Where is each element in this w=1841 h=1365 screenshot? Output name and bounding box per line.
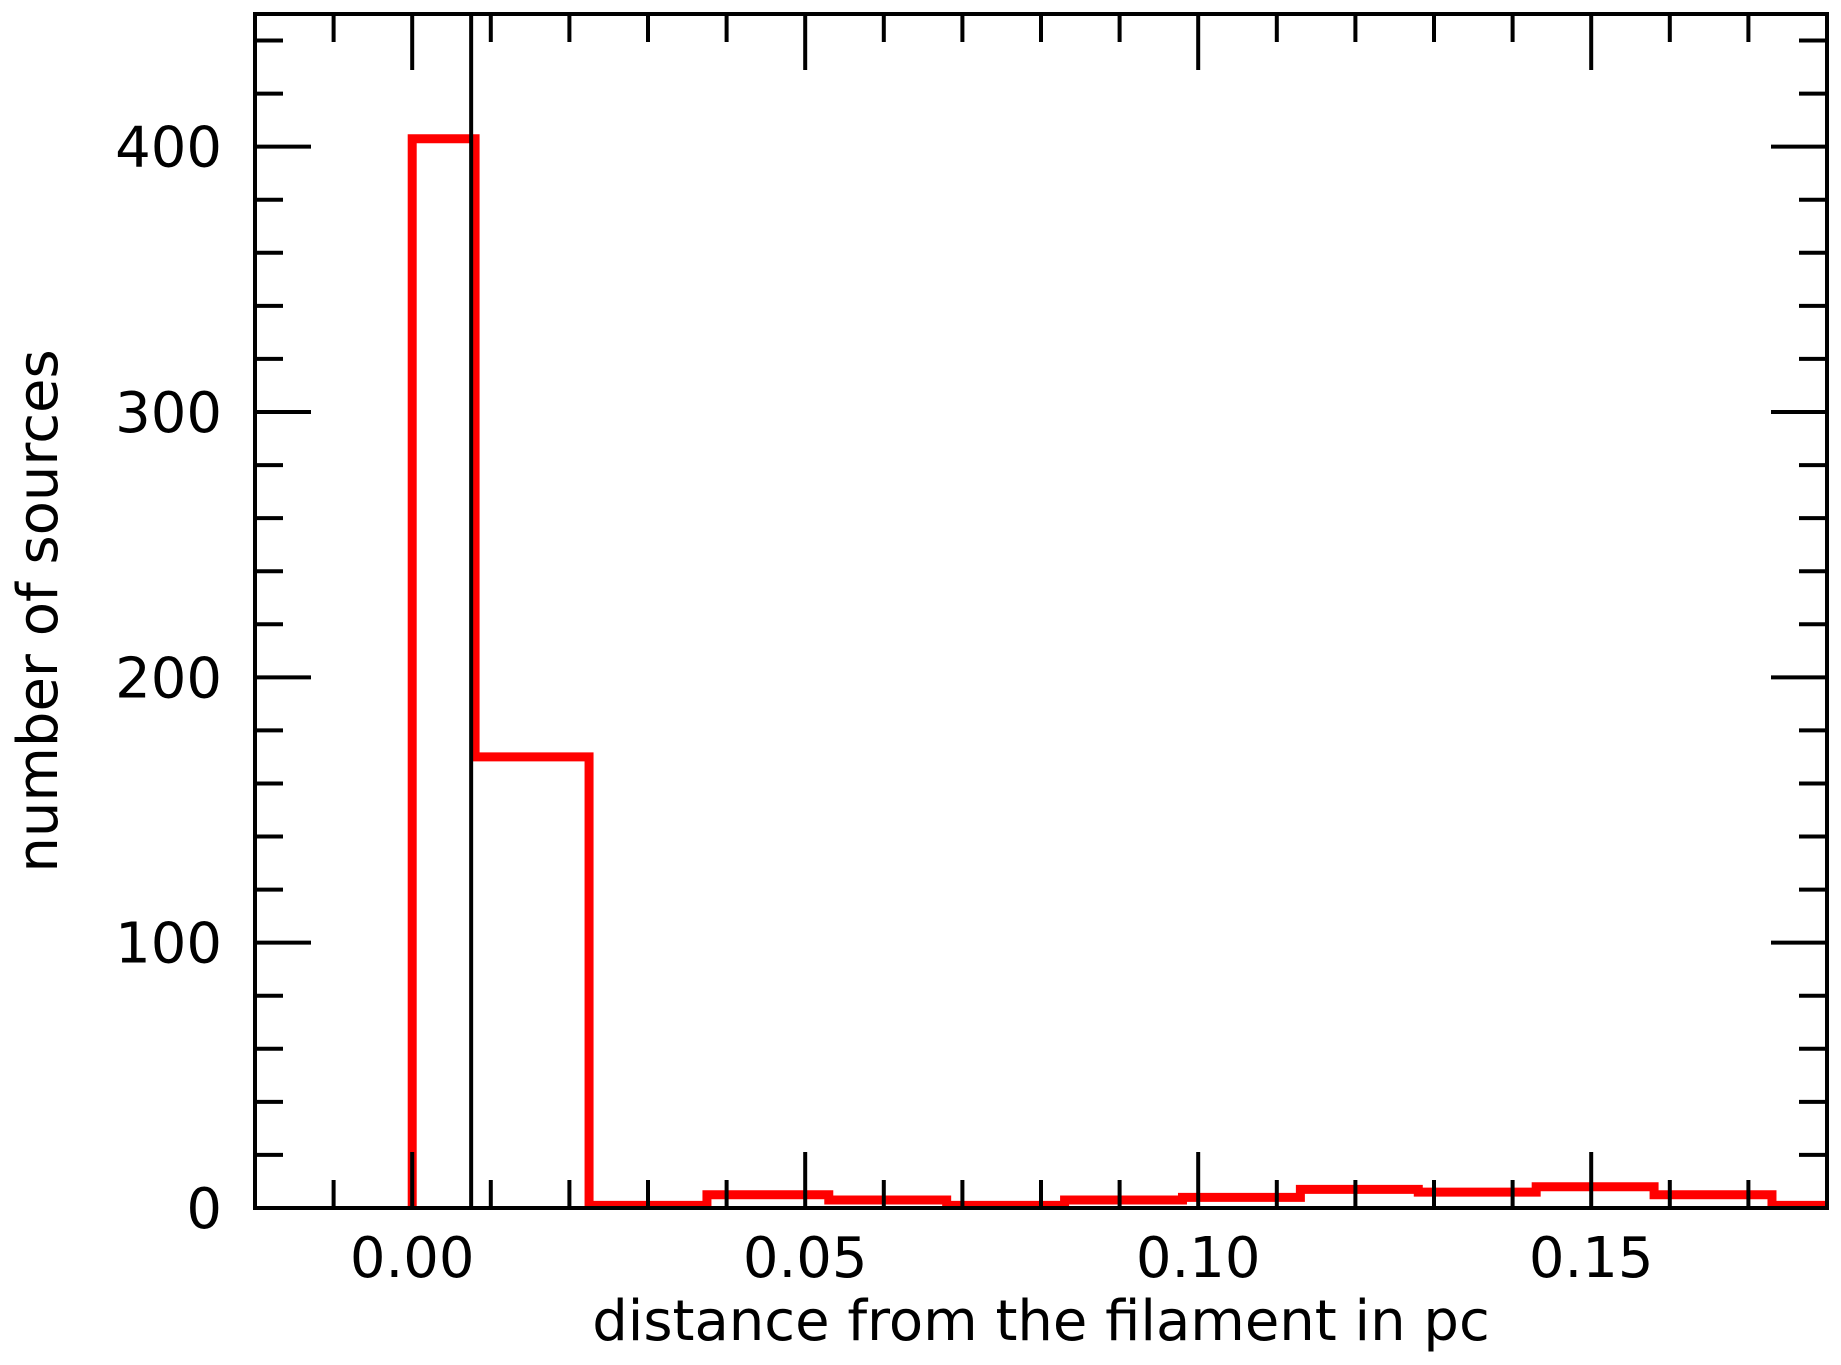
- histogram-bin: [1536, 1187, 1654, 1208]
- histogram-chart: 0.00 0.05 0.10 0.15 0 100 200 300 400 distance fr…: [6, 12, 1829, 1354]
- histogram-bin: [412, 139, 475, 1208]
- y-tick-label: 100: [115, 912, 222, 977]
- y-axis-label: number of sources: [6, 349, 71, 872]
- x-tick-label: 0.00: [350, 1226, 475, 1291]
- x-tick-label: 0.15: [1529, 1226, 1654, 1291]
- x-tick-label: 0.10: [1136, 1226, 1261, 1291]
- y-tick-label: 400: [115, 116, 222, 181]
- y-tick-label: 200: [115, 646, 222, 711]
- histogram-bin: [1300, 1189, 1418, 1208]
- y-tick-label: 300: [115, 381, 222, 446]
- x-axis-label: distance from the filament in pc: [592, 1289, 1490, 1354]
- histogram-bin: [475, 757, 589, 1208]
- y-tick-label: 0: [186, 1177, 222, 1242]
- x-tick-label: 0.05: [743, 1226, 868, 1291]
